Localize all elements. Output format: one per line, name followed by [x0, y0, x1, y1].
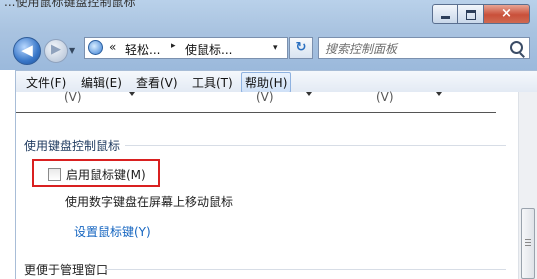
mouse-keys-checkbox-label[interactable]: 启用鼠标键(M): [66, 166, 146, 183]
window-title-fragment: ...使用鼠标键盘控制鼠标: [4, 0, 136, 9]
close-icon: ×: [501, 6, 512, 21]
section-title-manage-windows: 更便于管理窗口: [24, 263, 109, 277]
menu-edit[interactable]: 编辑(E): [79, 74, 124, 91]
setup-mouse-keys-link[interactable]: 设置鼠标键(Y): [74, 223, 151, 240]
mouse-keys-checkbox[interactable]: [48, 168, 61, 181]
control-panel-icon: [88, 40, 103, 55]
vertical-scrollbar[interactable]: [518, 92, 537, 279]
menu-file[interactable]: 文件(F): [24, 74, 68, 91]
breadcrumb-ease-of-access[interactable]: 轻松...: [125, 41, 160, 58]
address-dropdown-icon[interactable]: ▾: [273, 43, 278, 53]
breadcrumb-overflow-icon[interactable]: «: [109, 40, 116, 54]
menu-tools[interactable]: 工具(T): [190, 74, 235, 91]
section-title-keyboard-mouse: 使用键盘控制鼠标: [24, 139, 121, 153]
minimize-button[interactable]: [432, 4, 458, 24]
spinner-down-icon[interactable]: [436, 92, 442, 96]
fragment-text: (V): [256, 90, 274, 104]
refresh-icon: ↻: [295, 40, 307, 55]
search-box[interactable]: [318, 37, 530, 59]
forward-arrow-icon: ▶: [51, 42, 61, 57]
forward-button[interactable]: ▶: [44, 39, 68, 63]
breadcrumb-mouse-settings[interactable]: 使鼠标...: [185, 41, 232, 58]
menu-view[interactable]: 查看(V): [134, 74, 180, 91]
previous-section-fragment: (V) (V) (V): [16, 90, 496, 113]
breadcrumb-separator-icon[interactable]: ▸: [171, 41, 176, 51]
address-bar[interactable]: « 轻松... ▸ 使鼠标... ▾: [84, 37, 288, 59]
maximize-icon: [466, 10, 476, 20]
maximize-button[interactable]: [458, 4, 484, 24]
refresh-button[interactable]: ↻: [289, 37, 313, 59]
scrollbar-thumb[interactable]: [521, 208, 535, 279]
close-button[interactable]: ×: [484, 4, 530, 24]
mouse-keys-description: 使用数字键盘在屏幕上移动鼠标: [65, 195, 234, 209]
minimize-icon: [441, 16, 450, 19]
back-button[interactable]: ◀: [13, 37, 41, 65]
menu-bar: 文件(F) 编辑(E) 查看(V) 工具(T) 帮助(H): [15, 70, 537, 93]
spinner-down-icon[interactable]: [129, 92, 135, 96]
search-input[interactable]: [323, 39, 507, 59]
recent-pages-dropdown-icon[interactable]: ▼: [69, 46, 75, 55]
fragment-text: (V): [64, 90, 82, 104]
search-icon[interactable]: [510, 41, 523, 54]
section-divider: [125, 145, 506, 146]
section-divider: [105, 269, 506, 270]
back-arrow-icon: ◀: [21, 41, 33, 59]
spinner-down-icon[interactable]: [306, 92, 312, 96]
fragment-text: (V): [376, 90, 394, 104]
